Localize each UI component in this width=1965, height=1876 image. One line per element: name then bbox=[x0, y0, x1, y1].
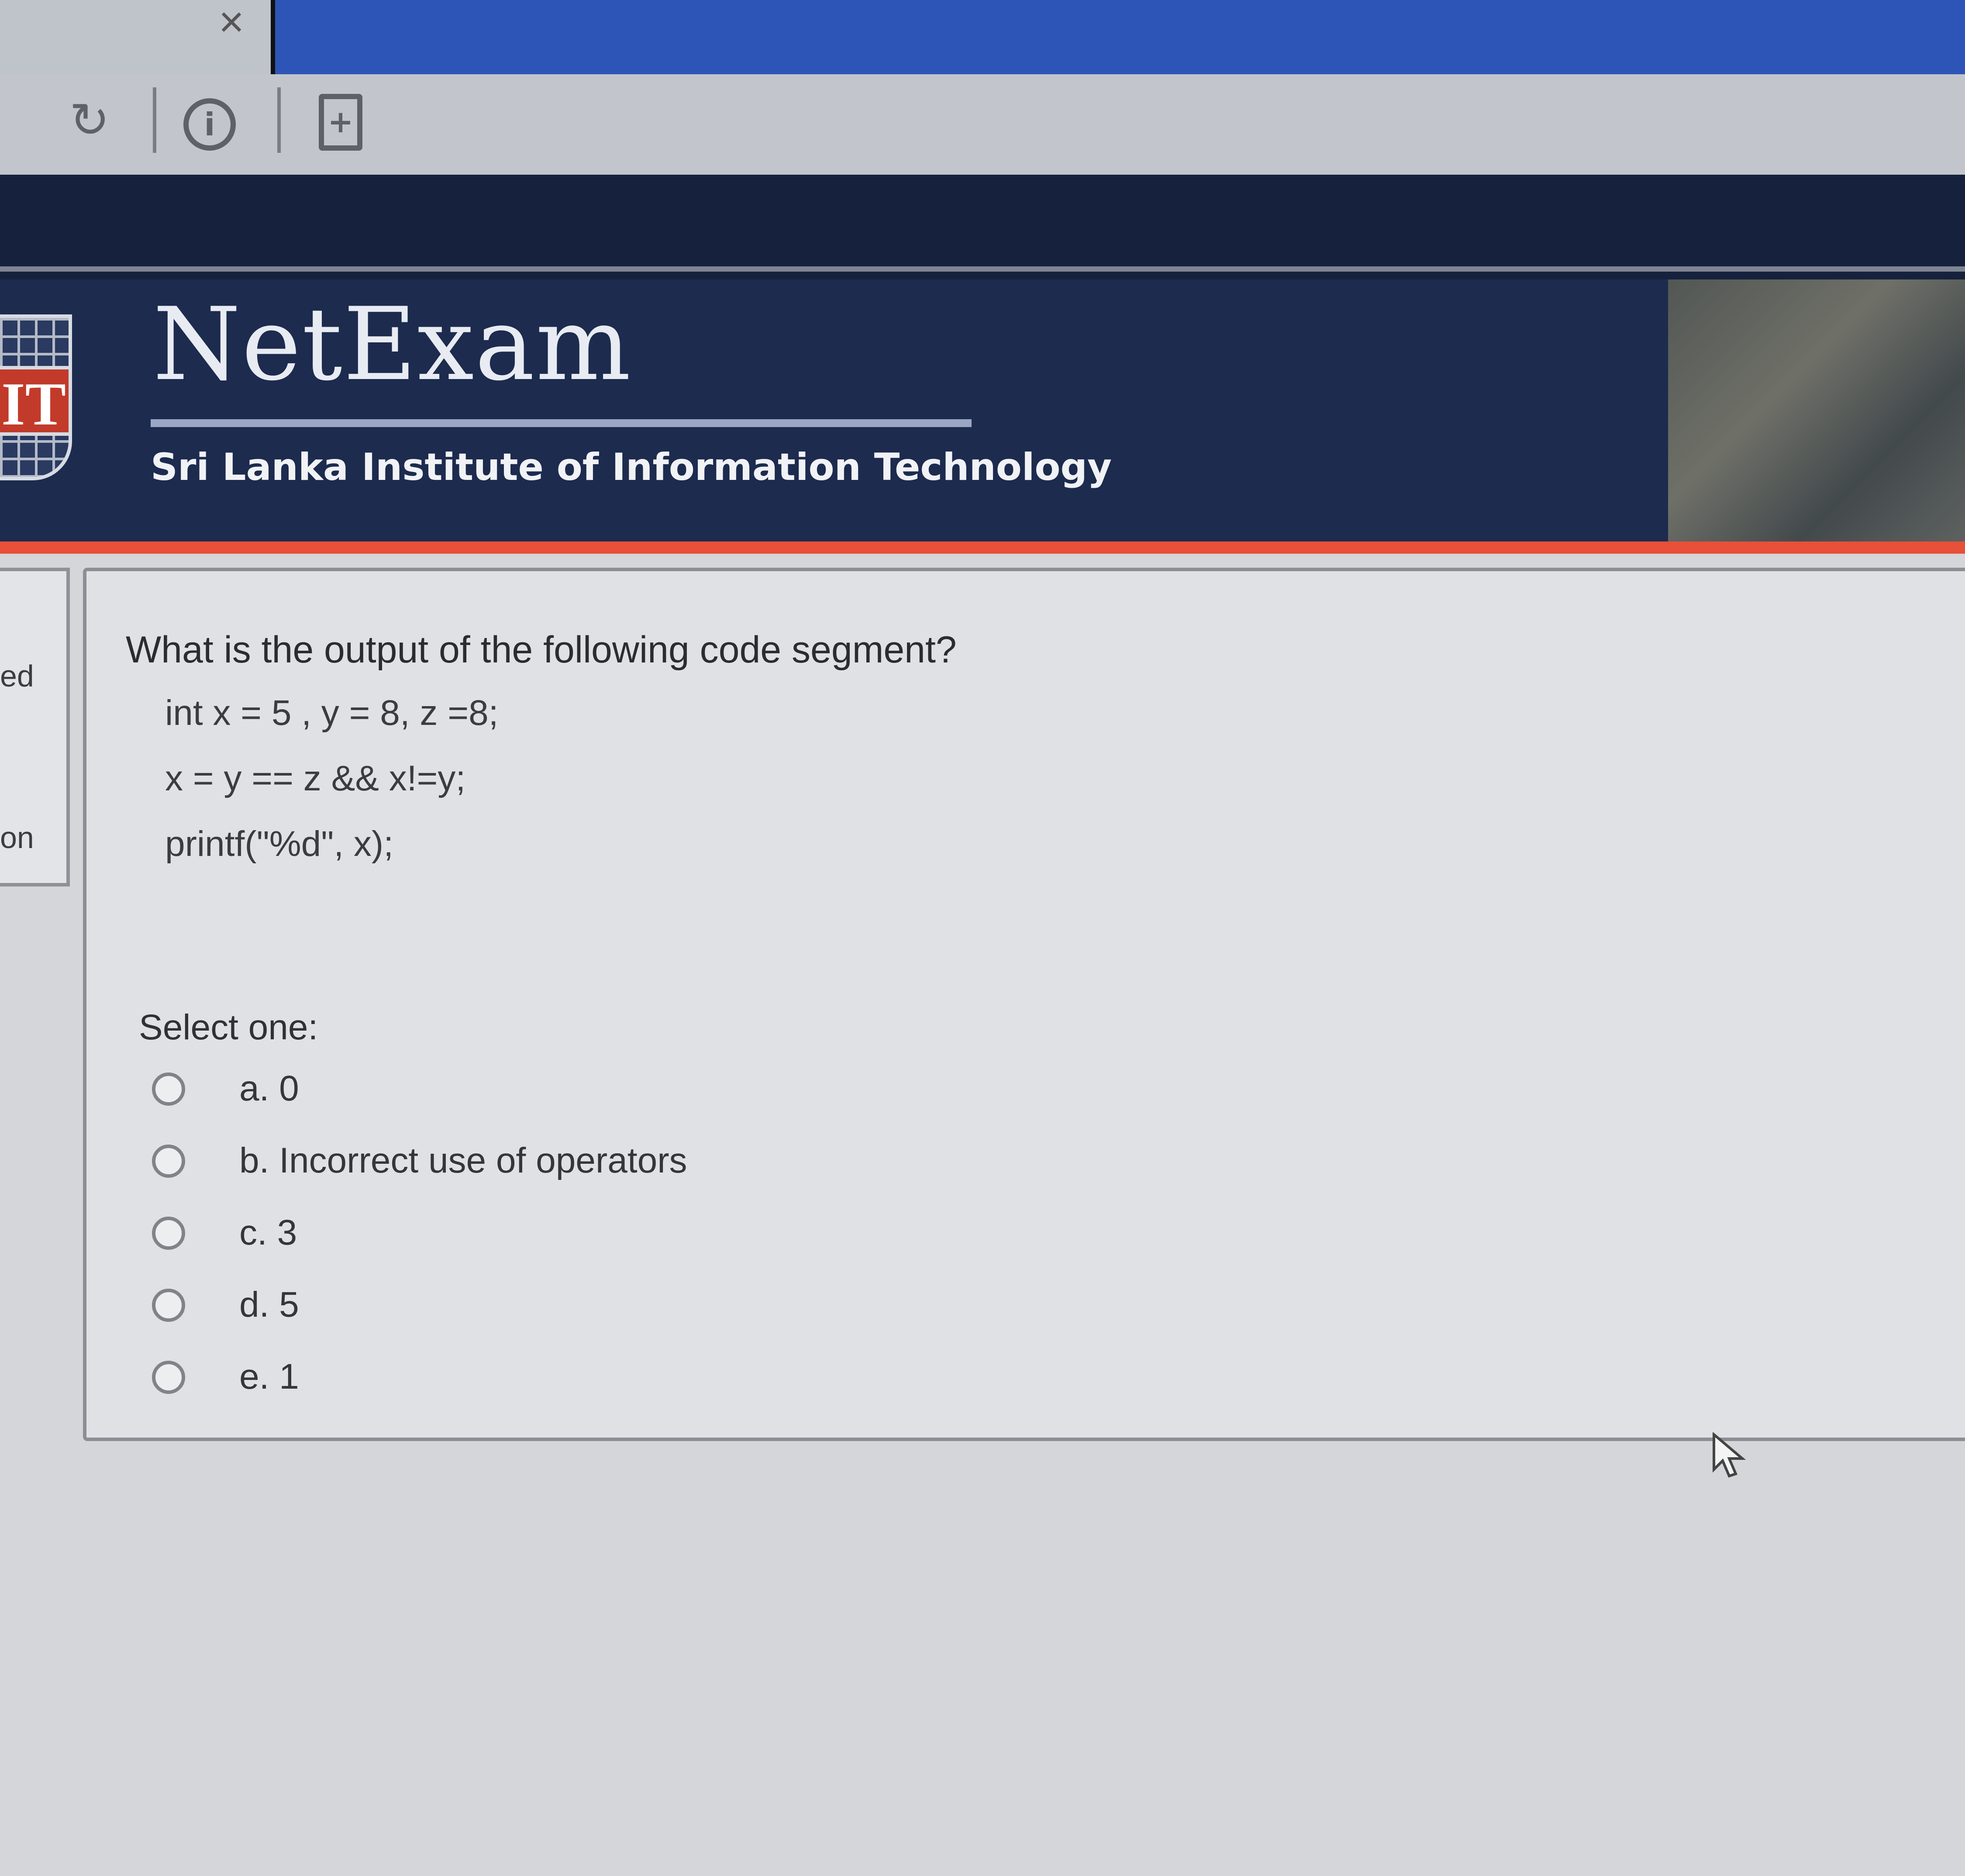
answer-option-b[interactable]: b. Incorrect use of operators bbox=[152, 1137, 938, 1185]
code-line: printf("%d", x); bbox=[165, 824, 393, 864]
question-prompt: What is the output of the following code… bbox=[126, 629, 957, 671]
radio-button[interactable] bbox=[152, 1361, 185, 1394]
panel-label-question: on bbox=[0, 821, 34, 855]
logo-mark: IT bbox=[0, 366, 69, 438]
site-header-top bbox=[0, 175, 1965, 279]
header-accent-bar bbox=[0, 541, 1965, 554]
answer-option-e[interactable]: e. 1 bbox=[152, 1353, 938, 1401]
option-label[interactable]: d. 5 bbox=[239, 1281, 299, 1329]
code-line: x = y == z && x!=y; bbox=[165, 759, 466, 798]
browser-tab[interactable]: × bbox=[0, 0, 271, 74]
radio-button[interactable] bbox=[152, 1217, 185, 1250]
option-label[interactable]: a. 0 bbox=[239, 1065, 299, 1113]
radio-button[interactable] bbox=[152, 1145, 185, 1178]
institute-name: Sri Lanka Institute of Information Techn… bbox=[151, 445, 1112, 489]
info-icon[interactable]: i bbox=[183, 98, 236, 151]
answer-option-c[interactable]: c. 3 bbox=[152, 1209, 938, 1257]
question-card: What is the output of the following code… bbox=[83, 568, 1965, 1441]
radio-button[interactable] bbox=[152, 1072, 185, 1106]
radio-button[interactable] bbox=[152, 1289, 185, 1322]
brand-underline bbox=[151, 419, 972, 427]
code-line: int x = 5 , y = 8, z =8; bbox=[165, 693, 499, 733]
mouse-cursor-icon bbox=[1713, 1432, 1746, 1478]
option-label[interactable]: e. 1 bbox=[239, 1353, 299, 1401]
answer-option-d[interactable]: d. 5 bbox=[152, 1281, 938, 1329]
refresh-icon[interactable]: ↻ bbox=[61, 92, 118, 148]
select-one-label: Select one: bbox=[139, 1007, 318, 1047]
answer-option-a[interactable]: a. 0 bbox=[152, 1065, 938, 1113]
panel-label-status: ed bbox=[0, 659, 34, 693]
quiz-info-panel: ed on bbox=[0, 568, 70, 886]
brand-title: NetExam bbox=[153, 286, 632, 403]
toolbar-divider bbox=[153, 87, 156, 153]
institute-logo: IT bbox=[0, 314, 72, 480]
page-icon[interactable]: + bbox=[319, 94, 362, 151]
option-label[interactable]: b. Incorrect use of operators bbox=[239, 1137, 687, 1185]
option-label[interactable]: c. 3 bbox=[239, 1209, 297, 1257]
tab-close-icon[interactable]: × bbox=[205, 0, 258, 48]
toolbar-divider bbox=[277, 87, 281, 153]
header-photo bbox=[1668, 279, 1965, 541]
browser-toolbar: ↻ i + bbox=[0, 74, 1965, 175]
header-divider bbox=[0, 266, 1965, 272]
